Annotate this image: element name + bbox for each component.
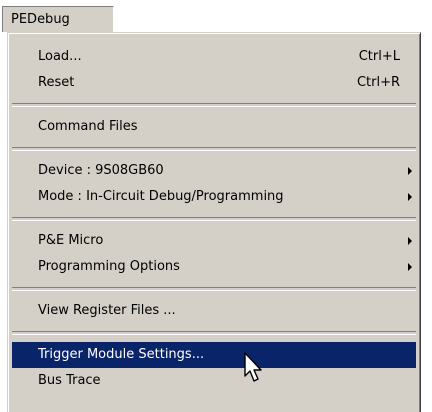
menu-item-label: Mode : In-Circuit Debug/Programming <box>38 189 284 204</box>
submenu-arrow-icon <box>408 263 412 271</box>
menu-item-device[interactable]: Device : 9S08GB60 <box>12 158 416 184</box>
menu-item-reset[interactable]: Reset Ctrl+R <box>12 70 416 96</box>
menu-separator <box>12 287 416 291</box>
menu-item-mode[interactable]: Mode : In-Circuit Debug/Programming <box>12 184 416 210</box>
menu-item-bus-trace[interactable]: Bus Trace <box>12 368 416 394</box>
menu-item-label: Programming Options <box>38 259 180 274</box>
submenu-arrow-icon <box>408 193 412 201</box>
shortcut-label: Ctrl+R <box>356 75 400 90</box>
menu-separator <box>12 217 416 221</box>
menu-item-programming-options[interactable]: Programming Options <box>12 254 416 280</box>
submenu-arrow-icon <box>408 167 412 175</box>
submenu-arrow-icon <box>408 237 412 245</box>
menu-item-command-files[interactable]: Command Files <box>12 114 416 140</box>
mouse-pointer-icon <box>244 352 262 382</box>
shortcut-label: Ctrl+L <box>358 49 400 64</box>
menu-title-pedebug[interactable]: PEDebug <box>2 6 114 32</box>
menu-item-view-register-files[interactable]: View Register Files ... <box>12 298 416 324</box>
menu-item-pe-micro[interactable]: P&E Micro <box>12 228 416 254</box>
menu-item-label: Load... <box>38 49 82 64</box>
menu-item-label: View Register Files ... <box>38 303 176 318</box>
menu-item-label: Bus Trace <box>38 373 101 388</box>
menu-item-label: Device : 9S08GB60 <box>38 163 164 178</box>
menu-item-label: Reset <box>38 75 75 90</box>
menu-separator <box>12 103 416 107</box>
pedebug-dropdown-menu: Load... Ctrl+L Reset Ctrl+R Command File… <box>7 32 421 412</box>
menu-separator <box>12 331 416 335</box>
menu-item-trigger-module-settings[interactable]: Trigger Module Settings... <box>12 342 416 368</box>
menu-item-label: Command Files <box>38 119 138 134</box>
menu-separator <box>12 147 416 151</box>
menu-item-load[interactable]: Load... Ctrl+L <box>12 44 416 70</box>
menu-item-label: Trigger Module Settings... <box>38 347 205 362</box>
menu-item-label: P&E Micro <box>38 233 104 248</box>
